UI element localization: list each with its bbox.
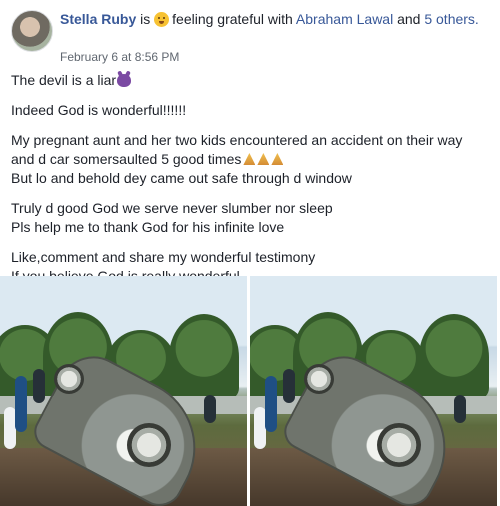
tree [419,314,489,400]
body-line: Truly d good God we serve never slumber … [11,200,333,216]
car-wheel [377,423,421,467]
body-line-text: and d car somersaulted 5 good times [11,151,242,167]
post-body: The devil is a liar Indeed God is wonder… [11,71,497,297]
body-paragraph: My pregnant aunt and her two kids encoun… [11,131,497,188]
body-line-text: The devil is a liar [11,72,117,88]
facebook-post: Stella Ruby is feeling grateful with Abr… [0,0,500,506]
tagged-person-link[interactable]: Abraham Lawal [296,11,393,27]
praying-hands-emoji-icon [271,153,284,165]
car-wheel [54,364,84,394]
feeling-text: feeling grateful with [172,11,293,27]
car-wheel [304,364,334,394]
body-line: Like,comment and share my wonderful test… [11,249,316,265]
accident-photo[interactable] [250,276,497,506]
body-line: Pls help me to thank God for his infinit… [11,219,285,235]
person [454,395,466,423]
body-line: Indeed God is wonderful!!!!!! [11,102,187,118]
body-paragraph: Indeed God is wonderful!!!!!! [11,101,497,120]
header-and-text: and [397,11,421,27]
post-timestamp[interactable]: February 6 at 8:56 PM [60,50,179,64]
happy-face-icon [154,12,170,27]
car-wheel [127,423,171,467]
praying-hands-emoji-icon [243,153,256,165]
others-link[interactable]: 5 others. [424,11,478,27]
header-is-text: is [140,11,151,27]
person [204,395,216,423]
praying-hands-emoji-icon [257,153,270,165]
avatar[interactable] [11,10,53,52]
person [33,369,45,403]
person [265,376,277,432]
body-paragraph: The devil is a liar [11,71,497,90]
body-line: My pregnant aunt and her two kids encoun… [11,132,463,148]
body-line: But lo and behold dey came out safe thro… [11,170,352,186]
photo-grid [0,276,500,506]
tree [169,314,239,400]
body-line: and d car somersaulted 5 good times [11,150,497,169]
post-header: Stella Ruby is feeling grateful with Abr… [60,10,480,29]
person [283,369,295,403]
accident-photo[interactable] [0,276,247,506]
body-paragraph: Truly d good God we serve never slumber … [11,199,497,237]
devil-emoji-icon [117,74,132,87]
body-line: The devil is a liar [11,71,497,90]
person [15,376,27,432]
author-name[interactable]: Stella Ruby [60,11,136,27]
